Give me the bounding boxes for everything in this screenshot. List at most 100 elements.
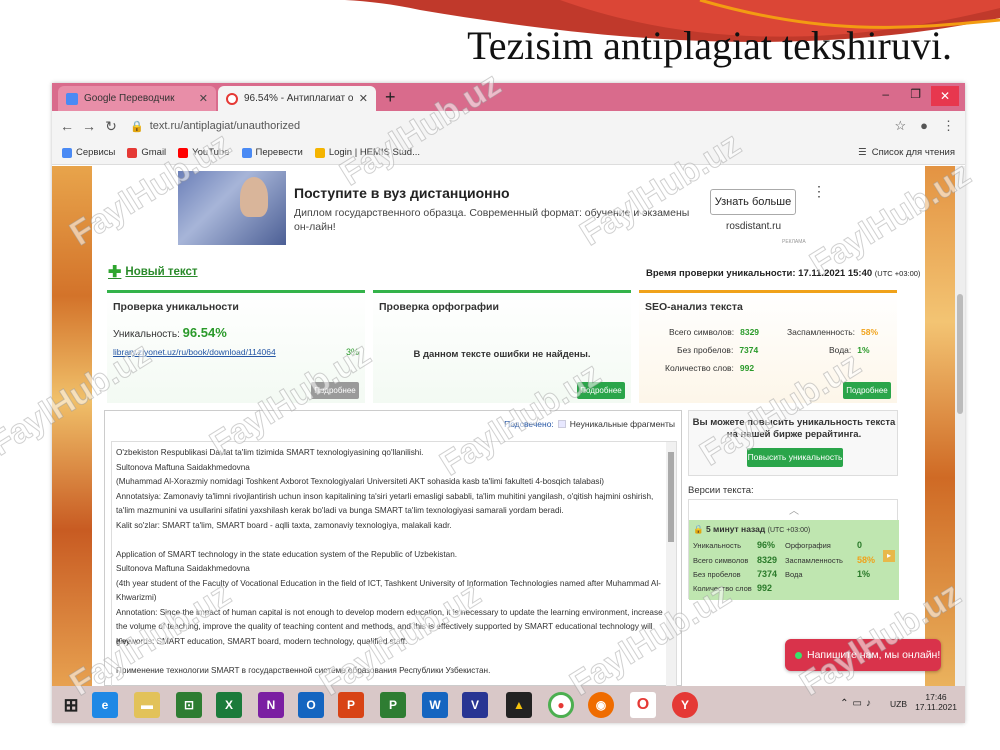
restore-button[interactable]: ❐ — [910, 87, 921, 101]
bookmark-services[interactable]: Сервисы — [62, 147, 115, 158]
text-line: (4th year student of the Faculty of Voca… — [116, 578, 661, 588]
version-title: 🔒 5 минут назад (UTC +03:00) — [693, 524, 811, 534]
youtube-icon — [178, 147, 189, 158]
textru-icon — [226, 92, 238, 105]
tab-google-translate[interactable]: Google Переводчик ✕ — [58, 86, 216, 111]
internet-explorer-icon[interactable]: e — [92, 692, 118, 718]
ad-label: РЕКЛАМА — [782, 239, 806, 245]
version-card[interactable]: 🔒 5 минут назад (UTC +03:00) Уникальност… — [689, 520, 899, 600]
google-translate-icon — [66, 92, 78, 105]
seo-total-chars: Всего символов: 8329 — [669, 327, 760, 337]
tab-antiplagiat[interactable]: 96.54% - Антиплагиат онлайн, п ✕ — [218, 86, 376, 111]
forward-arrow-icon[interactable]: → — [78, 118, 100, 134]
publisher-icon[interactable]: P — [380, 692, 406, 718]
uniqueness-title: Проверка уникальности — [113, 301, 239, 313]
yandex-browser-icon[interactable]: Y — [672, 692, 698, 718]
plus-icon: ✚ — [108, 264, 122, 281]
menu-dots-icon[interactable]: ⋮ — [942, 118, 955, 134]
uniqueness-value: Уникальность: 96.54% — [113, 325, 227, 340]
language-indicator[interactable]: UZB — [890, 699, 907, 709]
text-line: Keywords: SMART education, SMART board, … — [116, 636, 408, 646]
reading-list[interactable]: ☰ Список для чтения — [858, 147, 955, 158]
lock-icon: 🔒 — [693, 524, 704, 534]
text-line: Применение технологии SMART в государств… — [116, 665, 491, 675]
word-icon[interactable]: W — [422, 692, 448, 718]
ad-menu-icon[interactable]: ⋮ — [812, 183, 826, 200]
uniqueness-panel: Проверка уникальности Уникальность: 96.5… — [107, 290, 365, 403]
seo-no-spaces: Без пробелов: 7374 — [677, 345, 759, 355]
reload-icon[interactable]: ↻ — [100, 118, 122, 135]
profile-icon[interactable]: ● — [920, 118, 928, 134]
versions-label: Версии текста: — [688, 485, 754, 496]
bookmark-gmail[interactable]: Gmail — [127, 147, 166, 158]
windows-start-icon[interactable]: ⊞ — [58, 692, 84, 718]
opera-icon[interactable]: O — [630, 692, 656, 718]
minimize-button[interactable]: – — [882, 87, 889, 101]
store-icon[interactable]: ⊡ — [176, 692, 202, 718]
seo-spam: Заспамленность: 58% — [787, 327, 879, 337]
versions-list: ︿ 🔒 5 минут назад (UTC +03:00) Уникально… — [688, 499, 899, 600]
bookmark-hemis[interactable]: Login | HEMIS Stud... — [314, 147, 420, 158]
new-tab-button[interactable]: + — [385, 87, 396, 108]
chrome-icon[interactable]: ● — [548, 692, 574, 718]
page-scrollbar[interactable] — [955, 166, 965, 686]
text-line: Khwarizmi) — [116, 593, 157, 602]
page-content: Поступите в вуз дистанционно Диплом госу… — [52, 166, 965, 686]
text-line: (Muhammad Al-Xorazmiy nomidagi Toshkent … — [116, 477, 605, 486]
address-bar: ← → ↻ 🔒 text.ru/antiplagiat/unauthorized… — [52, 111, 965, 141]
clock[interactable]: 17:46 17.11.2021 — [915, 692, 957, 712]
url-field[interactable]: 🔒 text.ru/antiplagiat/unauthorized — [130, 120, 300, 133]
text-area[interactable]: O'zbekiston Respublikasi Davlat ta'lim t… — [111, 441, 677, 686]
archicad-icon[interactable]: ▲ — [506, 692, 532, 718]
close-icon[interactable]: ✕ — [199, 92, 208, 105]
autumn-background-left — [52, 166, 92, 686]
onenote-icon[interactable]: N — [258, 692, 284, 718]
spelling-more-button[interactable]: Подробнее — [577, 382, 625, 399]
checked-text-box: Подсвечено: Неуникальные фрагменты O'zbe… — [104, 410, 682, 686]
source-link[interactable]: library.ziyonet.uz/ru/book/download/1140… — [113, 347, 276, 357]
spelling-message: В данном тексте ошибки не найдены. — [413, 349, 591, 360]
bookmark-translate[interactable]: Перевести — [241, 147, 303, 158]
spelling-title: Проверка орфографии — [379, 301, 499, 313]
highlight-selector[interactable]: Подсвечено: Неуникальные фрагменты — [504, 419, 675, 429]
system-tray-icons[interactable]: ⌃▭♪ — [840, 698, 875, 709]
ad-image — [178, 171, 286, 245]
excel-icon[interactable]: X — [216, 692, 242, 718]
seo-more-button[interactable]: Подробнее — [843, 382, 891, 399]
url-text: text.ru/antiplagiat/unauthorized — [149, 120, 301, 132]
outlook-icon[interactable]: O — [298, 692, 324, 718]
bookmark-youtube[interactable]: YouTube — [178, 147, 230, 158]
seo-water: Вода: 1% — [829, 345, 870, 355]
version-expand-icon[interactable]: ▸ — [883, 550, 895, 562]
close-icon[interactable]: ✕ — [359, 92, 368, 105]
text-scrollbar[interactable] — [666, 442, 676, 686]
chat-widget[interactable]: Напишите нам, мы онлайн! — [785, 639, 941, 671]
close-window-button[interactable]: ✕ — [931, 86, 959, 106]
apps-grid-icon — [62, 147, 72, 158]
text-line: Sultonova Maftuna Saidakhmedovna — [116, 462, 250, 472]
raise-uniqueness-button[interactable]: Повысить уникальность — [747, 448, 843, 467]
seo-panel: SEO-анализ текста Всего символов: 8329 Бе… — [639, 290, 897, 403]
reading-list-icon: ☰ — [858, 147, 867, 158]
source-percent: 3% — [345, 347, 359, 357]
bookmarks-bar: Сервисы Gmail YouTube Перевести Login | … — [52, 141, 965, 165]
text-line: Sultonova Maftuna Saidakhmedovna — [116, 564, 250, 573]
star-icon[interactable]: ☆ — [894, 118, 906, 134]
new-text-link[interactable]: ✚ Новый текст — [108, 262, 198, 282]
firefox-icon[interactable]: ◉ — [588, 692, 614, 718]
text-line: Application of SMART technology in the s… — [116, 549, 458, 559]
tab-label: Google Переводчик — [84, 93, 175, 104]
back-arrow-icon[interactable]: ← — [56, 118, 78, 134]
hemis-icon — [314, 147, 325, 158]
chevron-up-icon[interactable]: ︿ — [689, 502, 899, 517]
text-line: Annotation: Since the impact of human ca… — [116, 607, 663, 617]
ad-domain: rosdistant.ru — [726, 221, 782, 232]
text-line: Annotatsiya: Zamonaviy ta'limni rivojlan… — [116, 491, 654, 501]
visio-icon[interactable]: V — [462, 692, 488, 718]
ad-learn-more-button[interactable]: Узнать больше — [710, 189, 796, 215]
powerpoint-icon[interactable]: P — [338, 692, 364, 718]
advertisement[interactable]: Поступите в вуз дистанционно Диплом госу… — [178, 171, 828, 249]
uniqueness-more-button[interactable]: Подробнее — [311, 382, 359, 399]
file-explorer-icon[interactable]: ▬ — [134, 692, 160, 718]
text-line: O'zbekiston Respublikasi Davlat ta'lim t… — [116, 448, 424, 457]
